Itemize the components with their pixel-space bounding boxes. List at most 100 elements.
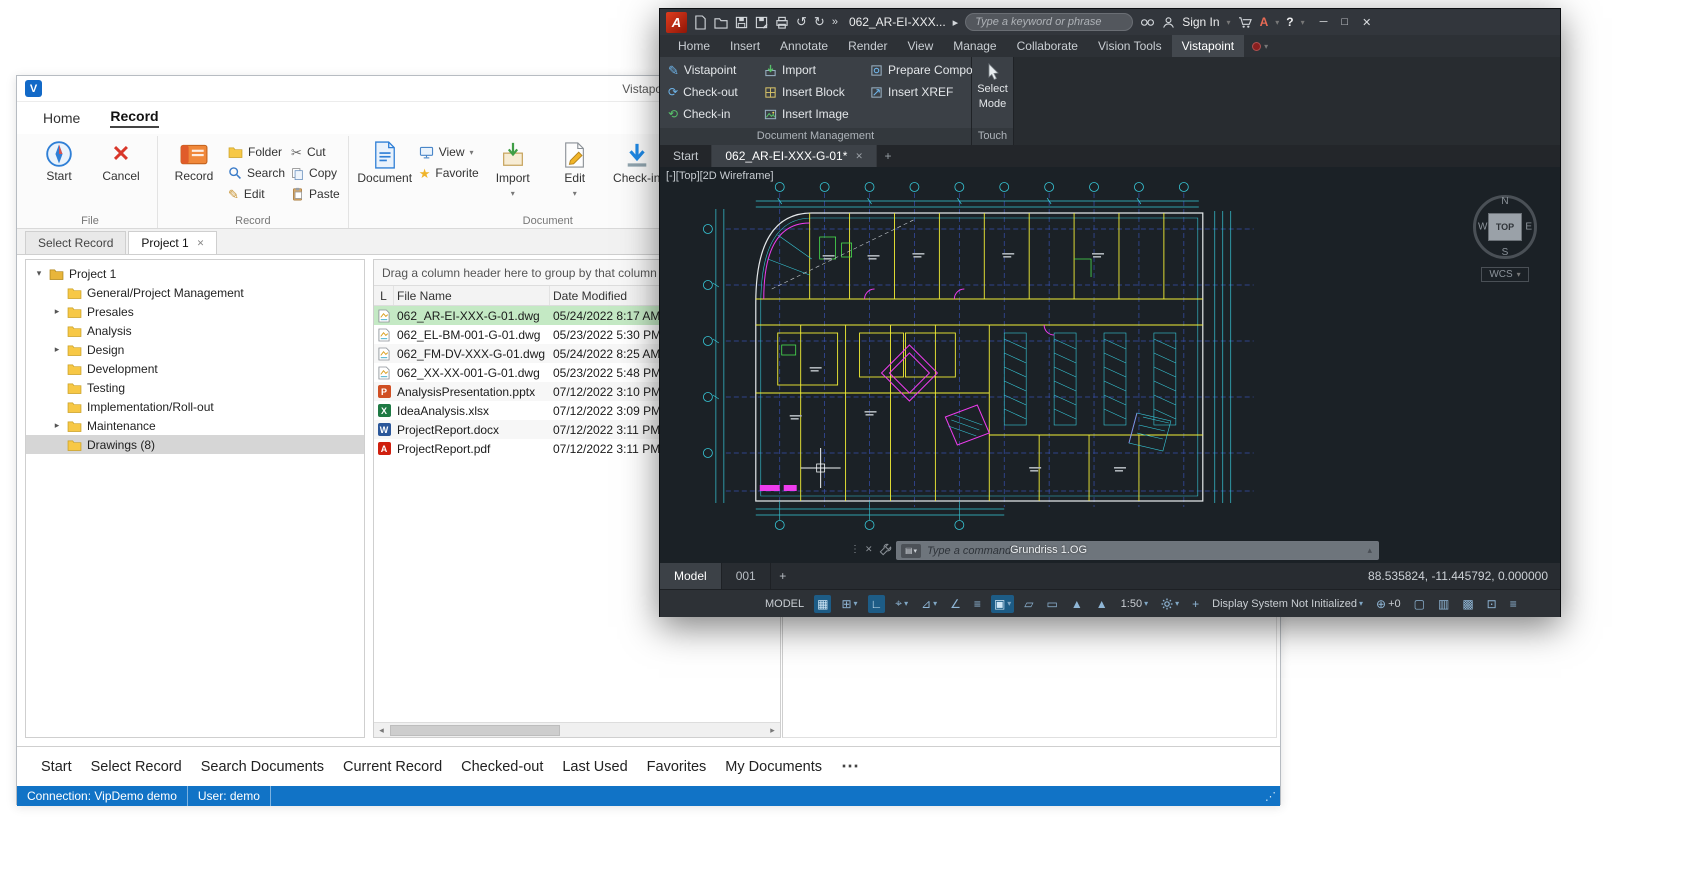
search-binoculars-icon[interactable] [1140, 17, 1155, 28]
open-folder-icon[interactable] [714, 16, 728, 29]
viewcube-top-face[interactable]: TOP [1488, 213, 1522, 241]
new-layout-button[interactable]: + [771, 569, 795, 583]
ribbon-tab-insert[interactable]: Insert [720, 35, 770, 57]
checkin-button[interactable]: Check-in [609, 136, 665, 186]
nav-search-documents[interactable]: Search Documents [201, 759, 324, 775]
sign-in-caret-icon[interactable]: ▾ [1227, 18, 1231, 27]
cancel-button[interactable]: ✕ Cancel [93, 136, 149, 184]
file-tab-active-drawing[interactable]: 062_AR-EI-XXX-G-01* ✕ [712, 145, 877, 167]
check-out-button[interactable]: ⟳ Check-out [668, 85, 756, 99]
close-button[interactable]: ✕ [1362, 16, 1371, 29]
import-panel-button[interactable]: Import [764, 63, 862, 77]
nav-last-used[interactable]: Last Used [562, 759, 627, 775]
favorite-button[interactable]: ★ Favorite [419, 164, 479, 182]
expander-icon[interactable]: ▾ [34, 268, 44, 279]
object-snap-icon[interactable]: ▣ ▾ [990, 594, 1015, 613]
tree-item-design[interactable]: ▸ Design [26, 340, 364, 359]
tree-item-development[interactable]: Development [26, 359, 364, 378]
nav-select-record[interactable]: Select Record [91, 759, 182, 775]
ribbon-tab-render[interactable]: Render [838, 35, 897, 57]
share-caret-icon[interactable]: ▾ [1275, 18, 1279, 27]
tree-item-maintenance[interactable]: ▸ Maintenance [26, 416, 364, 435]
graphics-performance-icon[interactable]: ▥ [1435, 595, 1452, 613]
command-bar-dock[interactable]: ⋮ ✕ [850, 544, 873, 555]
undo-icon[interactable]: ↺ [796, 14, 807, 30]
copy-button[interactable]: Copy [291, 164, 340, 182]
viewcube-east[interactable]: E [1525, 222, 1532, 233]
clean-screen-icon[interactable]: ⊡ [1484, 595, 1500, 613]
viewcube-compass-ring[interactable]: N S W E TOP [1473, 195, 1537, 259]
ribbon-tab-collaborate[interactable]: Collaborate [1007, 35, 1088, 57]
command-grip-icon[interactable]: ⋮ [850, 544, 860, 555]
annotation-autoscale-icon[interactable]: ▲ [1093, 595, 1111, 613]
edit-document-button[interactable]: Edit ▾ [547, 136, 603, 198]
sign-in-label[interactable]: Sign In [1182, 15, 1219, 29]
polar-tracking-icon[interactable]: ⌖ ▾ [892, 594, 911, 613]
insert-image-button[interactable]: Insert Image [764, 107, 862, 121]
viewcube[interactable]: N S W E TOP WCS ▾ [1466, 195, 1544, 282]
cut-button[interactable]: ✂ Cut [291, 143, 340, 161]
expander-icon[interactable]: ▸ [52, 306, 62, 317]
column-header-file-name[interactable]: File Name [394, 286, 550, 305]
nav-more-icon[interactable]: ⋯ [841, 756, 861, 777]
help-caret-icon[interactable]: ▾ [1301, 18, 1305, 27]
nav-favorites[interactable]: Favorites [647, 759, 707, 775]
autocad-logo-icon[interactable]: A [666, 11, 687, 33]
viewport-controls-label[interactable]: [-][Top][2D Wireframe] [666, 170, 774, 182]
nav-checked-out[interactable]: Checked-out [461, 759, 543, 775]
nav-my-documents[interactable]: My Documents [725, 759, 822, 775]
ribbon-options-button[interactable]: ▾ [1244, 35, 1276, 57]
tab-close-icon[interactable]: ✕ [197, 238, 205, 249]
add-status-icon[interactable]: + [1189, 595, 1202, 613]
select-mode-button[interactable]: Select Mode [972, 57, 1013, 128]
tree-item-implementation-rollout[interactable]: Implementation/Roll-out [26, 397, 364, 416]
tree-item-project-1[interactable]: ▾ Project 1 [26, 264, 364, 283]
vistapoint-panel-button[interactable]: ✎ Vistapoint [668, 63, 756, 77]
sign-in-person-icon[interactable] [1162, 16, 1175, 29]
isolate-objects-icon[interactable]: ▢ [1411, 595, 1428, 613]
object-snap-tracking-icon[interactable]: ∠ [947, 595, 964, 613]
filter-icon[interactable]: ▩ [1459, 595, 1476, 613]
layout-tab-001[interactable]: 001 [722, 563, 771, 589]
panel-label-touch[interactable]: Touch [972, 128, 1013, 145]
tree-item-testing[interactable]: Testing [26, 378, 364, 397]
viewcube-south[interactable]: S [1502, 247, 1509, 258]
model-space-toggle[interactable]: MODEL [762, 596, 807, 612]
model-tab[interactable]: Model [660, 563, 722, 589]
command-recent-icon[interactable]: ▤ ▾ [901, 543, 921, 558]
share-autodesk-icon[interactable]: A [1260, 15, 1269, 29]
horizontal-scrollbar[interactable]: ◂ ▸ [374, 722, 780, 737]
ribbon-tab-view[interactable]: View [897, 35, 943, 57]
new-drawing-tab-button[interactable]: + [877, 145, 899, 167]
crosshair-tool[interactable]: ⊕ +0 [1373, 595, 1404, 613]
start-button[interactable]: Start [31, 136, 87, 184]
tab-project-1[interactable]: Project 1 ✕ [128, 231, 218, 254]
save-as-icon[interactable] [755, 16, 768, 29]
panel-label-document-management[interactable]: Document Management [660, 128, 971, 145]
isometric-drafting-icon[interactable]: ⊿ ▾ [918, 595, 940, 613]
display-system-button[interactable]: Display System Not Initialized ▾ [1209, 596, 1366, 612]
column-header-lock[interactable]: L [374, 286, 394, 305]
qat-more-icon[interactable]: » [832, 16, 838, 28]
ribbon-tab-vision-tools[interactable]: Vision Tools [1088, 35, 1172, 57]
customize-wrench-icon[interactable] [879, 543, 892, 559]
selection-cycling-icon[interactable]: ▭ [1044, 595, 1061, 613]
annotation-scale-button[interactable]: 1:50 ▾ [1118, 596, 1151, 612]
floorplan-drawing[interactable] [660, 167, 1560, 563]
nav-current-record[interactable]: Current Record [343, 759, 442, 775]
drawing-canvas[interactable]: [-][Top][2D Wireframe] N S W E TOP WCS ▾… [660, 167, 1560, 563]
check-in-button[interactable]: ⟲ Check-in [668, 107, 756, 121]
help-search-input[interactable] [965, 13, 1134, 31]
ribbon-tab-annotate[interactable]: Annotate [770, 35, 838, 57]
help-icon[interactable]: ? [1286, 15, 1293, 29]
folder-button[interactable]: Folder [228, 143, 285, 161]
lineweight-icon[interactable]: ≡ [971, 595, 984, 613]
viewcube-west[interactable]: W [1478, 222, 1487, 233]
tree-item-presales[interactable]: ▸ Presales [26, 302, 364, 321]
paste-button[interactable]: Paste [291, 185, 340, 203]
ribbon-tab-home[interactable]: Home [668, 35, 720, 57]
expander-icon[interactable]: ▸ [52, 420, 62, 431]
save-icon[interactable] [735, 16, 748, 29]
search-button[interactable]: Search [228, 164, 285, 182]
scroll-left-icon[interactable]: ◂ [374, 725, 389, 736]
